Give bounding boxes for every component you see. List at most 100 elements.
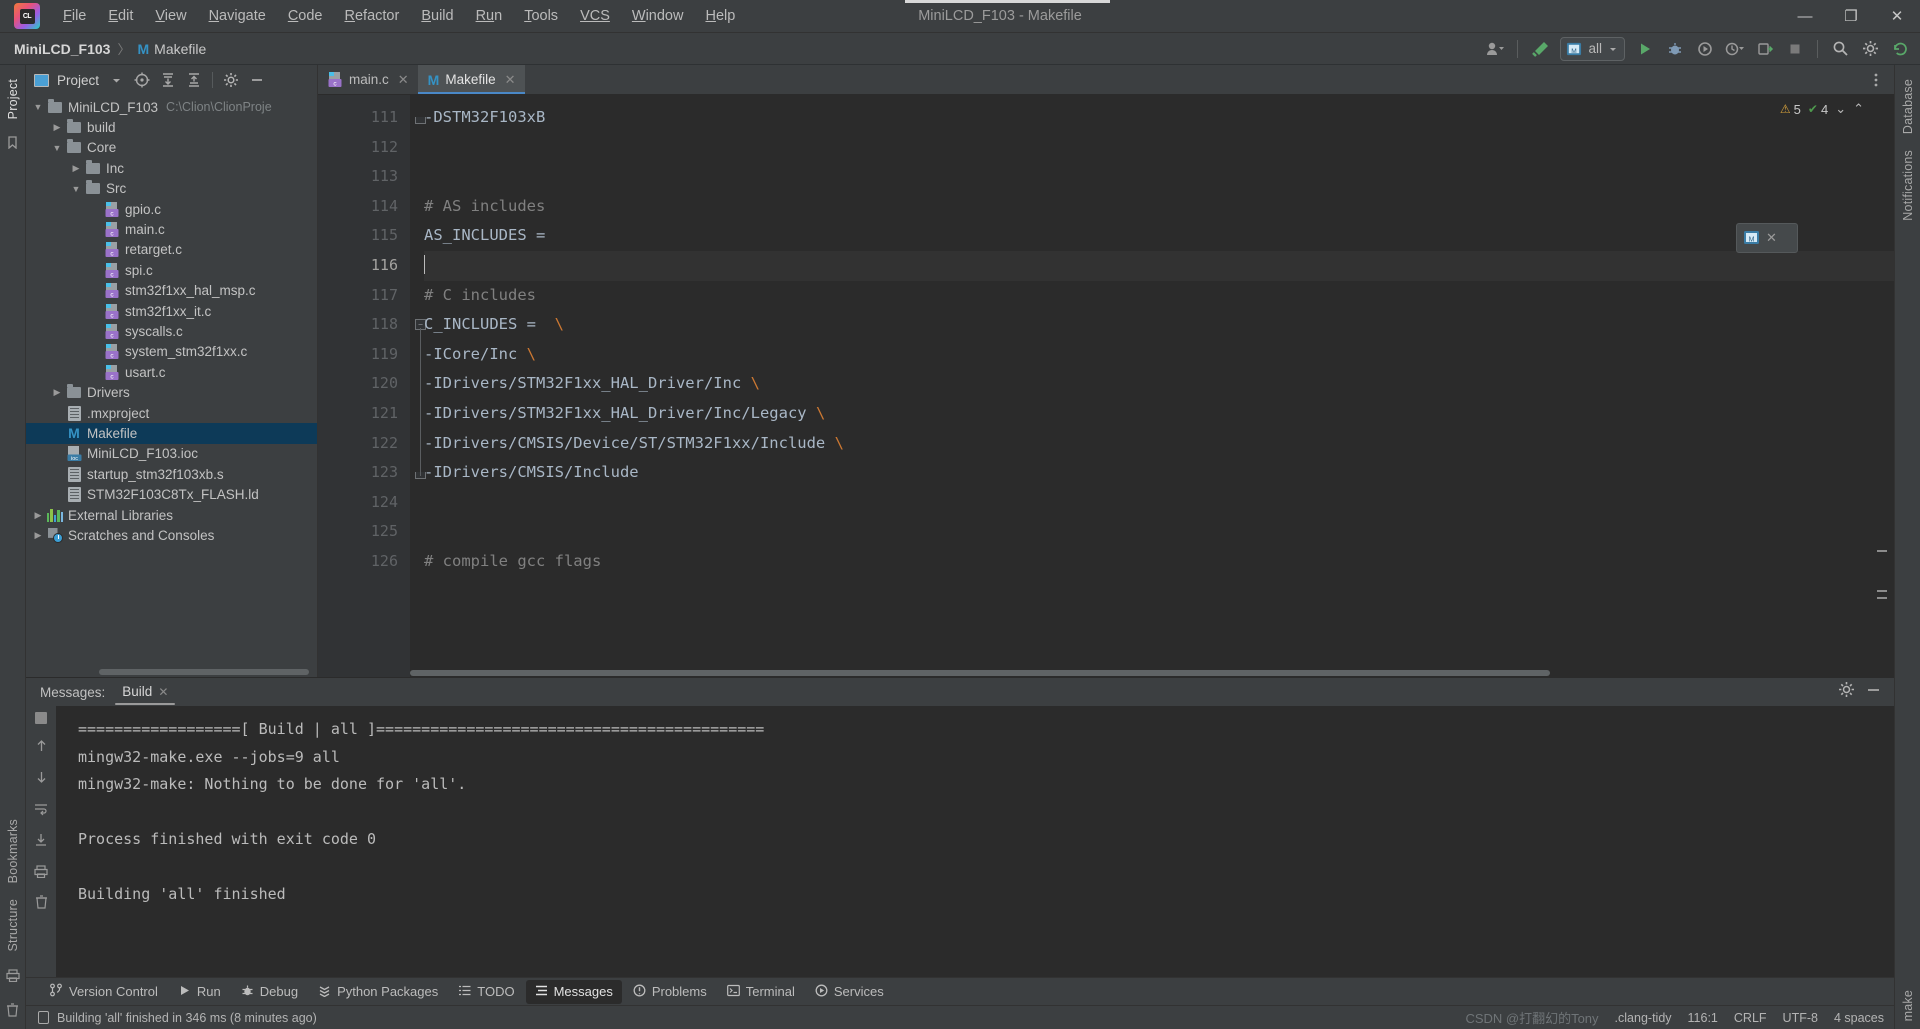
stop-icon[interactable]	[35, 712, 47, 724]
gutter-line-120[interactable]: 120	[318, 369, 410, 399]
tree-item-retarget-c[interactable]: cretarget.c	[26, 240, 317, 260]
chevron-right-icon[interactable]: ▶	[68, 163, 84, 174]
code-editor[interactable]: 111112113114115116117118−119120121122123…	[318, 95, 1894, 677]
editor-tab-main-c[interactable]: c main.c ✕	[318, 65, 418, 94]
editor-tab-options[interactable]	[1868, 65, 1894, 94]
editor-tab-makefile[interactable]: M Makefile ✕	[418, 65, 525, 94]
strip-tab-bookmarks[interactable]: Bookmarks	[6, 811, 20, 891]
select-opened-file-icon[interactable]	[130, 69, 154, 91]
next-problem-icon[interactable]: ⌃	[1853, 101, 1864, 117]
tree-item-core[interactable]: ▼Core	[26, 138, 317, 158]
close-tab-icon[interactable]: ✕	[505, 72, 516, 88]
tree-item-build[interactable]: ▶build	[26, 117, 317, 137]
code-line-117[interactable]: # C includes	[424, 281, 1894, 311]
strip-tab-database[interactable]: Database	[1901, 71, 1915, 142]
hide-panel-icon[interactable]	[1865, 681, 1882, 703]
tree-item-main-c[interactable]: cmain.c	[26, 219, 317, 239]
indent-setting[interactable]: 4 spaces	[1834, 1011, 1884, 1025]
code-line-123[interactable]: -IDrivers/CMSIS/Include	[424, 458, 1894, 488]
gutter-line-114[interactable]: 114	[318, 192, 410, 222]
close-tab-icon[interactable]: ✕	[398, 72, 409, 88]
strip-tab-project[interactable]: Project	[6, 71, 20, 127]
account-icon[interactable]	[1481, 36, 1509, 62]
chevron-right-icon[interactable]: ▶	[49, 387, 65, 398]
project-tree[interactable]: ▼MiniLCD_F103C:\Clion\ClionProje▶build▼C…	[26, 95, 317, 668]
settings-gear-icon[interactable]	[1838, 681, 1855, 703]
inspection-widget[interactable]: ⚠ 5 ✔ 4 ⌄ ⌃	[1780, 101, 1864, 117]
menu-file[interactable]: File	[52, 4, 97, 28]
tool-window-run[interactable]: Run	[169, 980, 230, 1004]
code-line-125[interactable]	[424, 517, 1894, 547]
gutter-line-117[interactable]: 117	[318, 281, 410, 311]
tree-item-syscalls-c[interactable]: csyscalls.c	[26, 321, 317, 341]
chevron-right-icon[interactable]: ▶	[30, 530, 46, 541]
gutter-line-124[interactable]: 124	[318, 488, 410, 518]
run-with-coverage-button[interactable]	[1691, 36, 1719, 62]
file-encoding[interactable]: UTF-8	[1783, 1011, 1818, 1025]
updates-icon[interactable]	[1886, 36, 1914, 62]
code-line-111[interactable]: -DSTM32F103xB	[424, 103, 1894, 133]
strip-tab-make[interactable]: make	[1901, 982, 1915, 1029]
code-line-122[interactable]: -IDrivers/CMSIS/Device/ST/STM32F1xx/Incl…	[424, 429, 1894, 459]
tree-item-spi-c[interactable]: cspi.c	[26, 260, 317, 280]
inspection-profile[interactable]: .clang-tidy	[1615, 1011, 1672, 1025]
scroll-down-icon[interactable]	[35, 770, 48, 788]
gutter-line-112[interactable]: 112	[318, 133, 410, 163]
run-configuration-selector[interactable]: M all	[1560, 37, 1625, 61]
minimize-button[interactable]: —	[1782, 0, 1828, 33]
editor-hscrollbar[interactable]	[410, 669, 1874, 677]
expand-all-icon[interactable]	[156, 69, 180, 91]
close-button[interactable]: ✕	[1874, 0, 1920, 33]
tree-item--mxproject[interactable]: .mxproject	[26, 403, 317, 423]
menu-view[interactable]: View	[144, 4, 197, 28]
code-line-115[interactable]: AS_INCLUDES =	[424, 221, 1894, 251]
code-line-120[interactable]: -IDrivers/STM32F1xx_HAL_Driver/Inc \	[424, 369, 1894, 399]
chevron-down-icon[interactable]: ▼	[30, 102, 46, 112]
line-separator[interactable]: CRLF	[1734, 1011, 1767, 1025]
menu-refactor[interactable]: Refactor	[334, 4, 411, 28]
run-button[interactable]	[1631, 36, 1659, 62]
chevron-right-icon[interactable]: ▶	[49, 122, 65, 133]
menu-build[interactable]: Build	[410, 4, 464, 28]
strip-tab-structure[interactable]: Structure	[6, 891, 20, 960]
code-line-119[interactable]: -ICore/Inc \	[424, 340, 1894, 370]
menu-help[interactable]: Help	[694, 4, 746, 28]
tree-item-startup-stm32f103xb-s[interactable]: startup_stm32f103xb.s	[26, 464, 317, 484]
trash-icon[interactable]	[6, 1003, 19, 1020]
debug-button[interactable]	[1661, 36, 1689, 62]
close-icon[interactable]: ✕	[1766, 230, 1777, 246]
code-line-116[interactable]	[424, 251, 1894, 281]
tree-item-makefile[interactable]: MMakefile	[26, 423, 317, 443]
export-icon[interactable]	[34, 833, 48, 851]
code-content[interactable]: -DSTM32F103xB# AS includesAS_INCLUDES =#…	[410, 95, 1894, 677]
messages-tab-build[interactable]: Build ✕	[119, 679, 171, 705]
makefile-inline-hint-popup[interactable]: M ✕	[1736, 223, 1798, 253]
hammer-build-icon[interactable]	[1526, 36, 1554, 62]
print-icon[interactable]	[6, 969, 20, 985]
breadcrumb-project[interactable]: MiniLCD_F103	[14, 41, 110, 57]
attach-to-process-button[interactable]	[1751, 36, 1779, 62]
soft-wrap-icon[interactable]	[34, 802, 48, 819]
code-line-118[interactable]: C_INCLUDES = \	[424, 310, 1894, 340]
tree-item-minilcd-f103[interactable]: ▼MiniLCD_F103C:\Clion\ClionProje	[26, 97, 317, 117]
gutter-line-122[interactable]: 122	[318, 429, 410, 459]
tool-window-services[interactable]: Services	[806, 980, 893, 1004]
tree-item-inc[interactable]: ▶Inc	[26, 158, 317, 178]
gutter-line-119[interactable]: 119	[318, 340, 410, 370]
tree-item-external-libraries[interactable]: ▶External Libraries	[26, 505, 317, 525]
tree-item-stm32f1xx-hal-msp-c[interactable]: cstm32f1xx_hal_msp.c	[26, 281, 317, 301]
stop-button[interactable]	[1781, 36, 1809, 62]
breadcrumb-file[interactable]: Makefile	[154, 41, 206, 57]
tree-item-stm32f103c8tx-flash-ld[interactable]: STM32F103C8Tx_FLASH.ld	[26, 484, 317, 504]
chevron-right-icon[interactable]: ▶	[30, 510, 46, 521]
scroll-up-icon[interactable]	[35, 738, 48, 756]
prev-problem-icon[interactable]: ⌄	[1835, 101, 1846, 117]
gutter-line-118[interactable]: 118−	[318, 310, 410, 340]
trash-icon[interactable]	[35, 895, 48, 912]
code-line-112[interactable]	[424, 133, 1894, 163]
editor-scroll-markers[interactable]	[1876, 95, 1888, 677]
menu-navigate[interactable]: Navigate	[198, 4, 277, 28]
warning-count[interactable]: ⚠ 5	[1780, 102, 1801, 117]
tool-window-debug[interactable]: Debug	[232, 980, 307, 1004]
code-line-121[interactable]: -IDrivers/STM32F1xx_HAL_Driver/Inc/Legac…	[424, 399, 1894, 429]
